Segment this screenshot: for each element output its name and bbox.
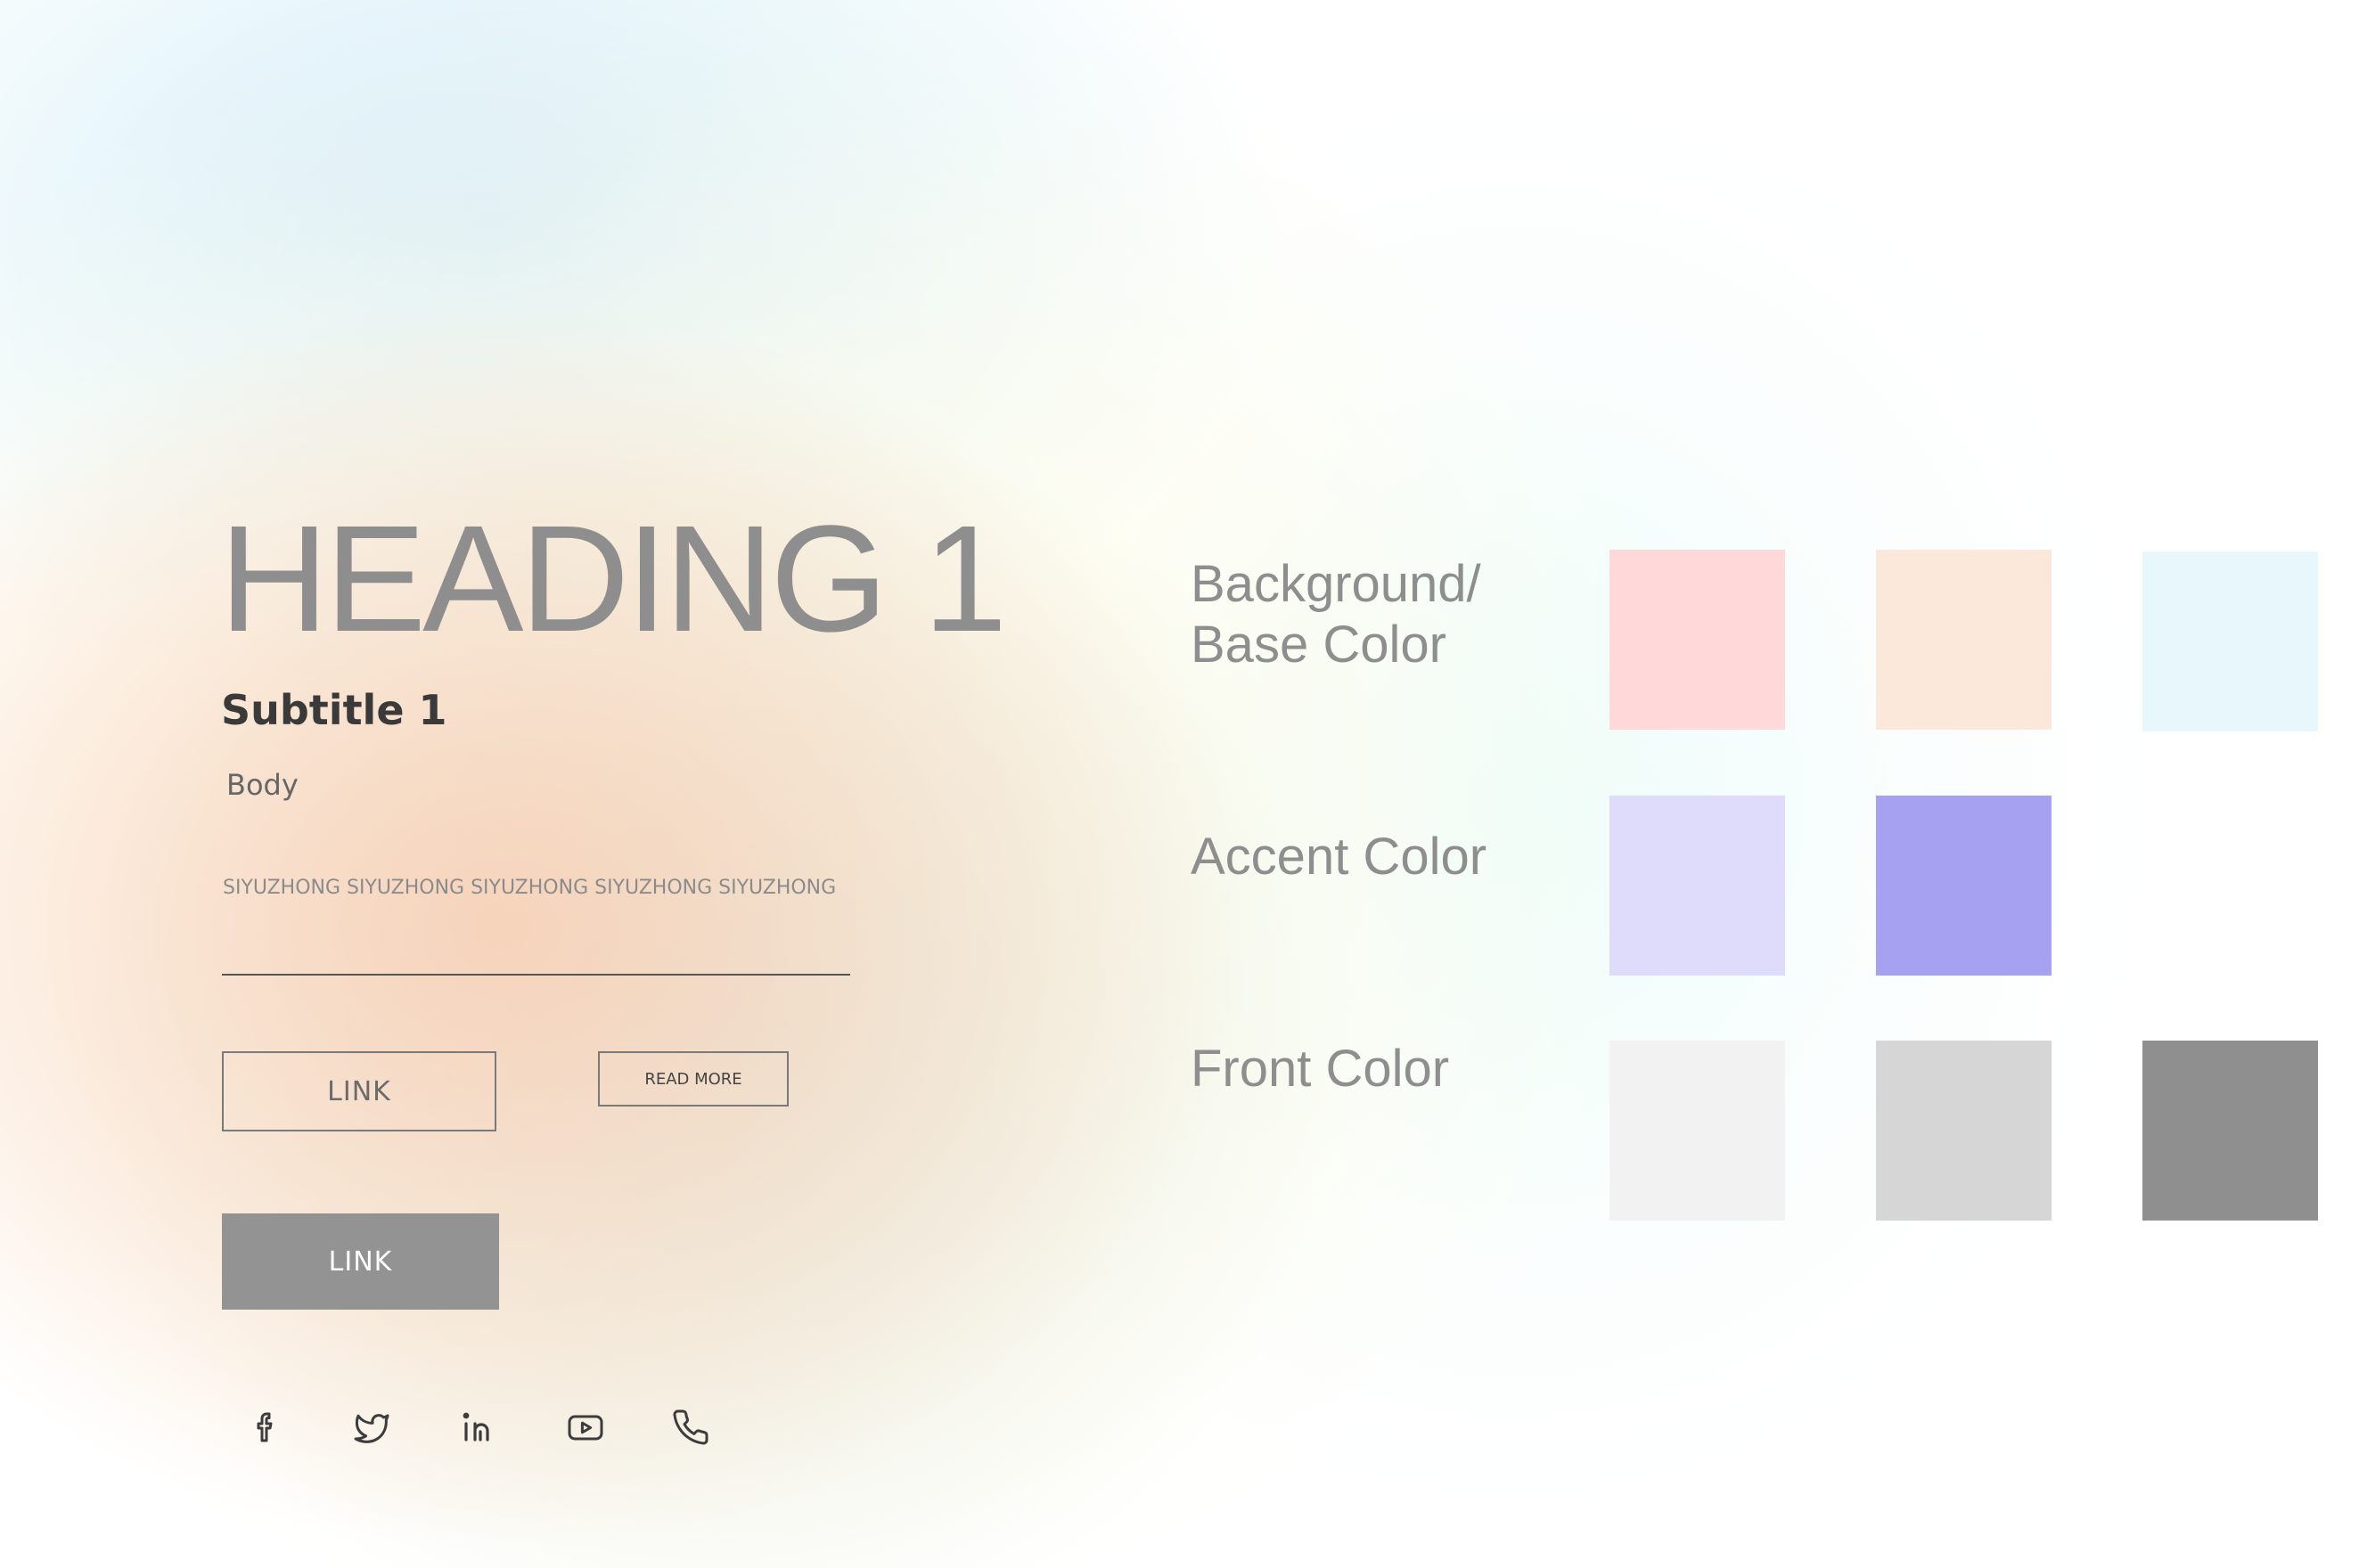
accent-color-label: Accent Color — [1191, 828, 1487, 886]
swatch-accent-1 — [1609, 796, 1785, 976]
body-text-sample: Body — [226, 768, 299, 802]
swatch-background-2 — [1876, 550, 2052, 730]
front-color-label: Front Color — [1191, 1040, 1450, 1098]
link-outline-button[interactable]: LINK — [222, 1051, 496, 1131]
caption-text-sample: SIYUZHONG SIYUZHONG SIYUZHONG SIYUZHONG … — [223, 877, 837, 899]
swatch-front-2 — [1876, 1041, 2052, 1221]
swatch-front-3 — [2142, 1041, 2318, 1221]
input-underline[interactable] — [222, 974, 850, 976]
linkedin-icon[interactable] — [457, 1406, 500, 1449]
heading-1-sample: HEADING 1 — [219, 494, 1007, 664]
twitter-icon[interactable] — [350, 1406, 393, 1449]
read-more-button[interactable]: READ MORE — [598, 1051, 789, 1107]
youtube-icon[interactable] — [564, 1406, 607, 1449]
background-color-label-line1: Background/ — [1191, 555, 1481, 613]
facebook-icon[interactable] — [243, 1406, 286, 1449]
background-color-label-line2: Base Color — [1191, 616, 1446, 674]
swatch-background-3 — [2142, 551, 2318, 731]
swatch-front-1 — [1609, 1041, 1785, 1221]
phone-icon[interactable] — [671, 1406, 714, 1449]
link-filled-button[interactable]: LINK — [222, 1213, 499, 1310]
swatch-accent-2 — [1876, 796, 2052, 976]
subtitle-1-sample: Subtitle 1 — [221, 686, 447, 734]
swatch-background-1 — [1609, 550, 1785, 730]
background-color-label: Background/ Base Color — [1191, 554, 1481, 675]
